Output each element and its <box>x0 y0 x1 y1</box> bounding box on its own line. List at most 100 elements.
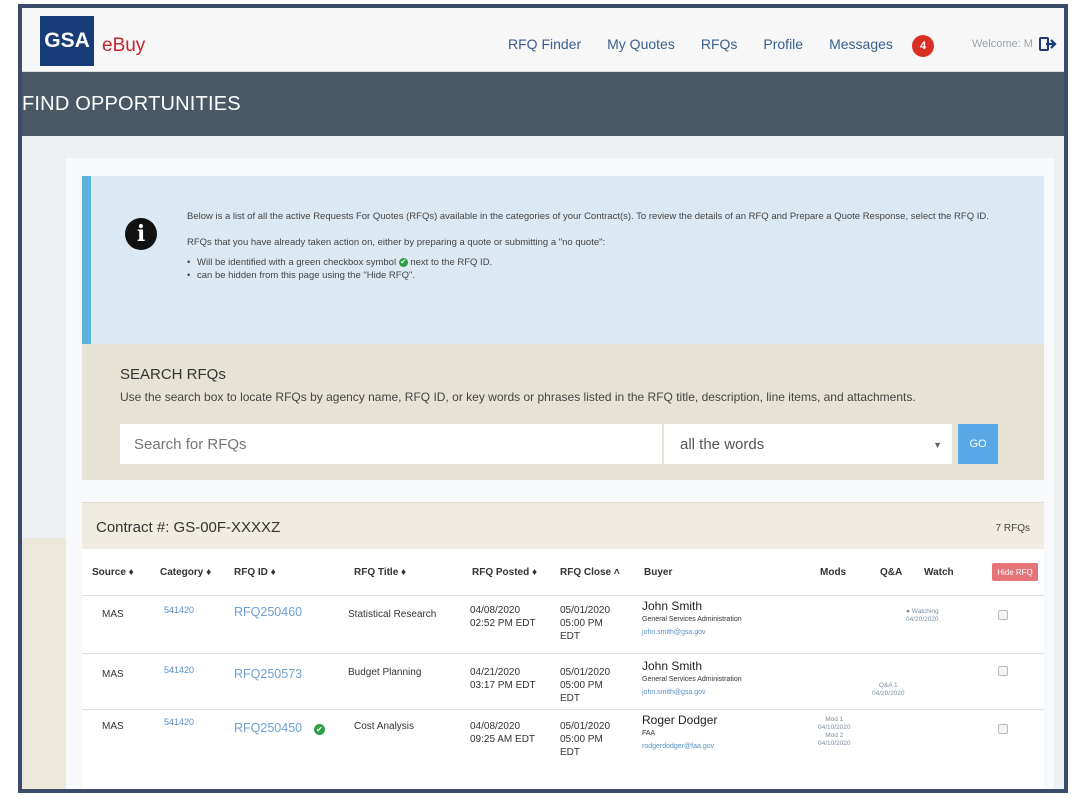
row-close-date: 05/01/2020 <box>560 721 611 732</box>
row-close-time: 05:00 PM <box>560 680 603 691</box>
logout-icon[interactable] <box>1039 35 1057 53</box>
row-posted-date: 04/21/2020 <box>470 667 521 678</box>
match-select[interactable]: all the words ▼ <box>664 424 952 464</box>
row-posted-date: 04/08/2020 <box>470 721 521 732</box>
buyer-org: FAA <box>642 730 656 737</box>
buyer-org: General Services Administration <box>642 676 742 683</box>
row-close-date: 05/01/2020 <box>560 605 611 616</box>
info-bullets: Will be identified with a green checkbox… <box>187 256 1037 282</box>
buyer-name: John Smith <box>642 599 703 613</box>
mod-1-date: 04/10/2020 <box>818 724 851 731</box>
row-close: 05/01/2020 05:00 PM EDT <box>560 666 610 705</box>
buyer-name: Roger Dodger <box>642 713 718 727</box>
go-button[interactable]: GO <box>958 424 998 464</box>
row-close-time: 05:00 PM <box>560 734 603 745</box>
col-mods: Mods <box>820 567 847 578</box>
page-title: FIND OPPORTUNITIES <box>22 92 241 115</box>
row-close-time: 05:00 PM <box>560 618 603 629</box>
watching-date: 04/20/2020 <box>906 616 939 623</box>
row-posted-time: 02:52 PM EDT <box>470 618 536 629</box>
info-box: i Below is a list of all the active Requ… <box>82 176 1044 344</box>
hide-rfq-checkbox[interactable] <box>998 724 1008 734</box>
row-posted: 04/08/2020 02:52 PM EDT <box>470 604 536 630</box>
buyer-email-link[interactable]: john.smith@gsa.gov <box>642 686 742 699</box>
messages-badge[interactable]: 4 <box>912 35 934 57</box>
row-rfq-id-link[interactable]: RFQ250460 <box>234 606 302 619</box>
green-check-icon: ✔ <box>398 257 408 267</box>
buyer-email-link[interactable]: rodgerdodger@faa.gov <box>642 740 717 753</box>
table-row: MAS 541420 RFQ250573 Budget Planning 04/… <box>82 653 1044 709</box>
row-close: 05/01/2020 05:00 PM EDT <box>560 720 610 759</box>
col-source[interactable]: Source ♦ <box>92 567 134 578</box>
match-select-value: all the words <box>680 435 765 453</box>
chevron-down-icon: ▼ <box>933 440 942 450</box>
col-qa: Q&A <box>880 567 903 578</box>
qa-status[interactable]: Q&A 1 04/20/2020 <box>872 682 905 698</box>
hide-rfq-checkbox[interactable] <box>998 610 1008 620</box>
qa-label: Q&A 1 <box>878 682 898 689</box>
contract-number: Contract #: GS-00F-XXXXZ <box>96 519 281 536</box>
row-rfq-title: Budget Planning <box>348 667 422 678</box>
row-rfq-id-link[interactable]: RFQ250573 <box>234 668 302 681</box>
row-close: 05/01/2020 05:00 PM EDT <box>560 604 610 643</box>
table-row: MAS 541420 RFQ250460 Statistical Researc… <box>82 595 1044 653</box>
top-navbar: GSA eBuy RFQ Finder My Quotes RFQs Profi… <box>22 8 1064 72</box>
qa-date: 04/20/2020 <box>872 690 905 697</box>
row-close-date: 05/01/2020 <box>560 667 611 678</box>
col-category[interactable]: Category ♦ <box>160 567 211 578</box>
row-rfq-id-link[interactable]: RFQ250450 <box>234 722 302 735</box>
main-panel: i Below is a list of all the active Requ… <box>66 158 1054 789</box>
row-category[interactable]: 541420 <box>164 716 194 729</box>
hide-rfq-button[interactable]: Hide RFQ <box>992 563 1038 581</box>
watching-label: ● Watching <box>906 608 939 615</box>
search-heading: SEARCH RFQs <box>120 366 226 383</box>
buyer-email-link[interactable]: john.smith@gsa.gov <box>642 626 742 639</box>
info-bullet-1-pre: Will be identified with a green checkbox… <box>197 257 397 268</box>
col-buyer: Buyer <box>644 567 673 578</box>
watching-status[interactable]: ● Watching 04/20/2020 <box>906 608 939 624</box>
col-rfq-posted[interactable]: RFQ Posted ♦ <box>472 567 537 578</box>
hide-rfq-checkbox[interactable] <box>998 666 1008 676</box>
nav-my-quotes[interactable]: My Quotes <box>607 36 675 52</box>
row-category[interactable]: 541420 <box>164 604 194 617</box>
row-posted-time: 09:25 AM EDT <box>470 734 536 745</box>
mod-1-label: Mod 1 <box>825 716 844 723</box>
info-text: Below is a list of all the active Reques… <box>187 210 1037 282</box>
col-rfq-id[interactable]: RFQ ID ♦ <box>234 567 276 578</box>
mods-list[interactable]: Mod 1 04/10/2020 Mod 2 04/10/2020 <box>818 716 851 748</box>
gsa-logo[interactable]: GSA <box>40 16 94 66</box>
row-buyer: John Smith General Services Administrati… <box>642 600 742 639</box>
info-bullet-1-post: next to the RFQ ID. <box>410 257 493 268</box>
quoted-check-icon: ✔ <box>314 724 325 735</box>
info-bullet-2: can be hidden from this page using the "… <box>187 269 1037 282</box>
buyer-org: General Services Administration <box>642 616 742 623</box>
nav-messages[interactable]: Messages <box>829 36 893 52</box>
col-rfq-close[interactable]: RFQ Close ˄ <box>560 567 620 578</box>
nav-profile[interactable]: Profile <box>763 36 803 52</box>
search-input[interactable] <box>120 424 662 464</box>
row-posted-date: 04/08/2020 <box>470 605 521 616</box>
info-paragraph-1: Below is a list of all the active Reques… <box>187 211 989 222</box>
row-posted-time: 03:17 PM EDT <box>470 680 536 691</box>
table-row: MAS 541420 RFQ250450 ✔ Cost Analysis 04/… <box>82 709 1044 769</box>
row-close-tz: EDT <box>560 747 580 758</box>
info-bullet-1: Will be identified with a green checkbox… <box>187 256 1037 269</box>
contract-section: Contract #: GS-00F-XXXXZ 7 RFQs Source ♦… <box>82 502 1044 789</box>
page-title-bar: FIND OPPORTUNITIES <box>22 72 1064 136</box>
nav-rfq-finder[interactable]: RFQ Finder <box>508 36 581 52</box>
row-source: MAS <box>102 609 124 620</box>
search-description: Use the search box to locate RFQs by age… <box>120 390 916 404</box>
nav-rfqs[interactable]: RFQs <box>701 36 738 52</box>
row-posted: 04/21/2020 03:17 PM EDT <box>470 666 536 692</box>
col-rfq-title[interactable]: RFQ Title ♦ <box>354 567 406 578</box>
row-buyer: Roger Dodger FAA rodgerdodger@faa.gov <box>642 714 717 753</box>
welcome-text[interactable]: Welcome: M <box>972 38 1033 50</box>
row-category[interactable]: 541420 <box>164 664 194 677</box>
info-paragraph-2: RFQs that you have already taken action … <box>187 237 606 248</box>
mod-2-label: Mod 2 <box>825 732 844 739</box>
ebuy-logo[interactable]: eBuy <box>102 35 145 57</box>
search-section: SEARCH RFQs Use the search box to locate… <box>82 344 1044 480</box>
row-rfq-title: Cost Analysis <box>354 721 415 732</box>
row-buyer: John Smith General Services Administrati… <box>642 660 742 699</box>
rfq-count: 7 RFQs <box>995 523 1030 534</box>
